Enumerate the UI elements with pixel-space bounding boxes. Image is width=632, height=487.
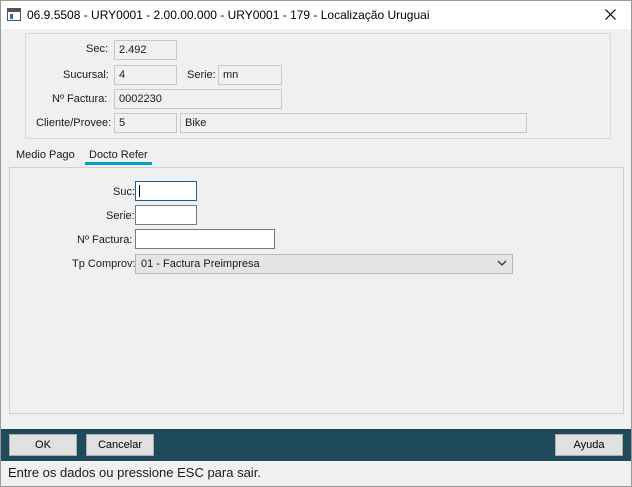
tp-comprov-value: 01 - Factura Preimpresa (141, 258, 260, 270)
ayuda-button[interactable]: Ayuda (555, 434, 623, 456)
tp-comprov-label: Tp Comprov: (72, 258, 136, 270)
tab-docto-refer[interactable]: Docto Refer (85, 149, 152, 165)
cliente-name-field: Bike (180, 113, 527, 133)
title-bar: 06.9.5508 - URY0001 - 2.00.00.000 - URY0… (1, 1, 631, 29)
cliente-code-field: 5 (114, 113, 177, 133)
serie-field: mn (218, 65, 282, 85)
factura-label: Nº Factura: (52, 93, 108, 105)
ok-button[interactable]: OK (9, 434, 77, 456)
cliente-label: Cliente/Provee: (36, 117, 112, 129)
app-window-icon (7, 8, 21, 21)
status-bar: Entre os dados ou pressione ESC para sai… (1, 461, 631, 486)
factura-field: 0002230 (114, 89, 282, 109)
dialog-window: 06.9.5508 - URY0001 - 2.00.00.000 - URY0… (0, 0, 632, 487)
tp-comprov-select[interactable]: 01 - Factura Preimpresa (135, 254, 513, 274)
serie-label: Serie: (187, 69, 216, 81)
chevron-down-icon (497, 260, 507, 266)
sec-field: 2.492 (114, 40, 177, 60)
close-button[interactable] (597, 4, 625, 26)
document-header-group: Sec: 2.492 Sucursal: 4 Serie: mn Nº Fact… (25, 33, 611, 139)
factura-input[interactable] (135, 229, 275, 249)
docto-refer-panel: Suc: Serie: Nº Factura: Tp Comprov: 01 -… (9, 167, 624, 414)
sucursal-field: 4 (114, 65, 177, 85)
suc-label: Suc: (113, 186, 136, 198)
serie-ref-label: Serie: (106, 210, 135, 222)
text-caret (139, 185, 140, 197)
tab-medio-pago[interactable]: Medio Pago (16, 149, 75, 161)
serie-input[interactable] (135, 205, 197, 225)
close-icon (605, 9, 616, 20)
sucursal-label: Sucursal: (63, 69, 109, 81)
button-bar: OK Cancelar Ayuda (1, 429, 631, 461)
suc-input[interactable] (135, 181, 197, 201)
dialog-content: Sec: 2.492 Sucursal: 4 Serie: mn Nº Fact… (1, 29, 631, 429)
cancelar-button[interactable]: Cancelar (86, 434, 154, 456)
sec-label: Sec: (86, 43, 109, 55)
factura-ref-label: Nº Factura: (77, 234, 133, 246)
window-title: 06.9.5508 - URY0001 - 2.00.00.000 - URY0… (27, 8, 430, 22)
